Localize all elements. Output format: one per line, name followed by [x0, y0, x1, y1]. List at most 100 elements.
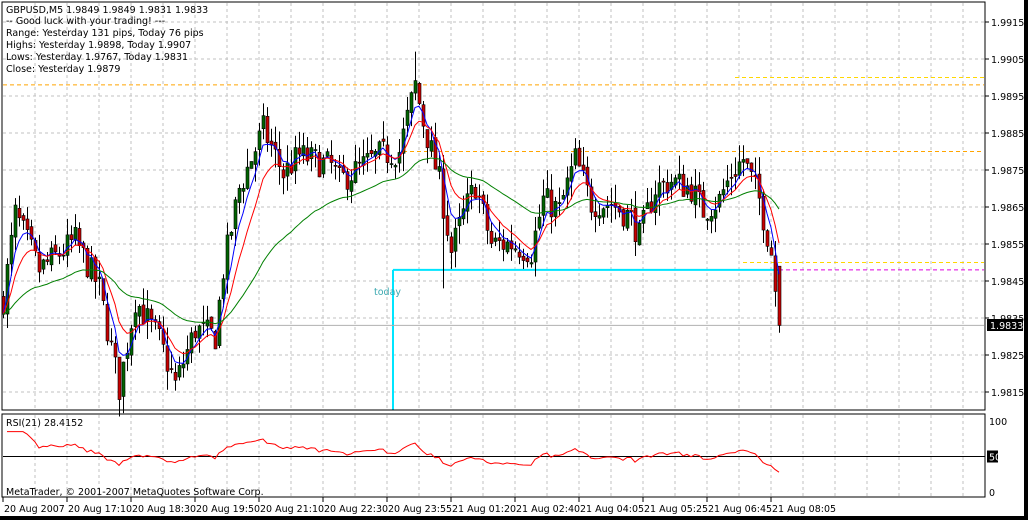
- candle-body: [517, 251, 522, 258]
- candle-body: [149, 308, 154, 320]
- candle-body: [469, 185, 474, 195]
- ma-fast-line: [2, 105, 780, 364]
- rsi-level-label: 0: [989, 488, 995, 499]
- candle-body: [221, 278, 226, 300]
- comment-line: Lows: Yesterday 1.9767, Today 1.9831: [6, 52, 188, 63]
- rsi-pane: [3, 431, 985, 473]
- candle-body: [581, 164, 586, 171]
- x-tick-label: 21 Aug 05:25: [644, 504, 708, 515]
- candle-body: [9, 234, 14, 265]
- candle-body: [709, 216, 714, 222]
- candle-body: [325, 151, 330, 157]
- candle-body: [413, 80, 418, 94]
- candle-body: [281, 169, 286, 179]
- candle-body: [229, 231, 234, 236]
- grid: [3, 3, 985, 496]
- candle-body: [729, 177, 734, 179]
- y-tick-label: 1.9885: [991, 129, 1024, 140]
- candle-body: [73, 226, 78, 241]
- candle-body: [21, 215, 26, 221]
- x-tick-label: 20 Aug 22:30: [324, 504, 388, 515]
- candle-body: [137, 306, 142, 317]
- candle-body: [705, 218, 710, 221]
- candle-body: [597, 215, 602, 219]
- candle-body: [89, 257, 94, 280]
- x-tick-label: 21 Aug 02:40: [516, 504, 580, 515]
- candle-body: [257, 130, 262, 150]
- copyright-label: MetaTrader, © 2001-2007 MetaQuotes Softw…: [6, 487, 264, 498]
- candle-body: [525, 257, 530, 263]
- candle-body: [93, 256, 98, 282]
- rsi-level-label: 100: [989, 417, 1007, 428]
- candle-body: [745, 158, 750, 164]
- candle-body: [317, 152, 322, 178]
- candle-body: [205, 319, 210, 327]
- candle-body: [449, 236, 454, 253]
- candle-body: [453, 227, 458, 252]
- candle-body: [333, 165, 338, 167]
- candle-body: [45, 259, 50, 262]
- main-pane-frame: [1, 1, 986, 411]
- candle-body: [445, 215, 450, 236]
- candle-body: [417, 83, 422, 104]
- candle-body: [113, 342, 118, 358]
- candle-body: [177, 365, 182, 378]
- candle-body: [621, 209, 626, 227]
- trading-chart[interactable]: 1.9915 1.9905 1.9895 1.9885 1.9875 1.9865 1.98…: [0, 0, 1028, 520]
- x-tick-label: 20 Aug 2007: [4, 504, 65, 515]
- candle-body: [357, 161, 362, 164]
- candle-body: [53, 244, 58, 253]
- candle-body: [501, 239, 506, 250]
- candle-body: [49, 247, 54, 266]
- candle-body: [557, 202, 562, 204]
- candle-body: [225, 234, 230, 280]
- candle-body: [409, 92, 414, 113]
- candle-body: [561, 195, 566, 200]
- candle-body: [233, 199, 238, 230]
- x-tick-label: 20 Aug 17:10: [68, 504, 132, 515]
- comment-line: -- Good luck with your trading! ---: [6, 16, 165, 27]
- candle-body: [769, 247, 774, 256]
- candle-body: [297, 147, 302, 155]
- candle-body: [61, 254, 66, 257]
- candle-body: [657, 182, 662, 198]
- candle-body: [429, 140, 434, 152]
- x-tick-label: 21 Aug 06:45: [708, 504, 772, 515]
- comment-line: Range: Yesterday 131 pips, Today 76 pips: [6, 28, 204, 39]
- candle-body: [253, 151, 258, 165]
- candle-body: [737, 161, 742, 176]
- candle-body: [405, 109, 410, 126]
- candle-body: [365, 153, 370, 158]
- candle-body: [77, 228, 82, 247]
- candle-body: [173, 371, 178, 381]
- candle-body: [265, 115, 270, 143]
- window-border-right: [1024, 0, 1028, 520]
- candle-body: [105, 304, 110, 342]
- candle-body: [677, 173, 682, 180]
- today-label: today: [374, 287, 401, 298]
- x-tick-label: 20 Aug 21:10: [260, 504, 324, 515]
- y-tick-label: 1.9895: [991, 92, 1024, 103]
- candle-body: [369, 150, 374, 154]
- candle-body: [721, 189, 726, 196]
- candle-body: [393, 165, 398, 168]
- candle-body: [133, 312, 138, 327]
- y-tick-label: 1.9855: [991, 240, 1024, 251]
- candle-body: [337, 165, 342, 168]
- candle-body: [349, 180, 354, 192]
- candle-body: [241, 188, 246, 192]
- symbol-ohlc-label: GBPUSD,M5 1.9849 1.9849 1.9831 1.9833: [6, 5, 208, 16]
- candle-body: [437, 166, 442, 172]
- candle-body: [497, 237, 502, 241]
- candle-body: [17, 208, 22, 219]
- candle-body: [193, 330, 198, 339]
- candle-body: [425, 129, 430, 149]
- candle-body: [109, 340, 114, 343]
- candle-body: [645, 202, 650, 210]
- candle-body: [381, 138, 386, 142]
- current-price-label: 1.9833: [990, 321, 1023, 332]
- candle-body: [261, 115, 266, 130]
- candle-body: [537, 216, 542, 229]
- candle-body: [181, 363, 186, 369]
- candle-body: [545, 188, 550, 198]
